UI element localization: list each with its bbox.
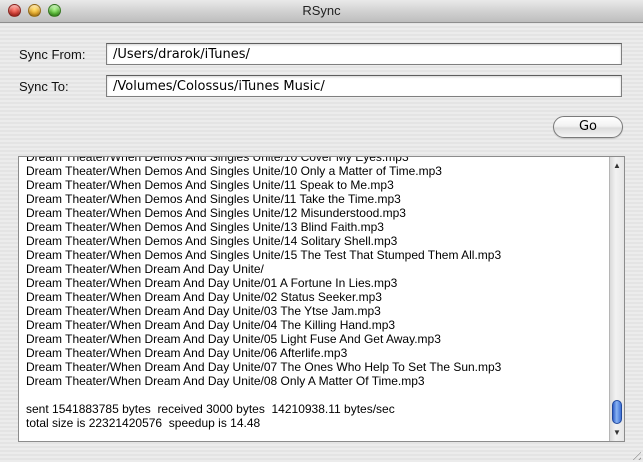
title-bar[interactable]: RSync [0, 0, 643, 23]
sync-from-input[interactable] [106, 43, 622, 65]
log-line: Dream Theater/When Dream And Day Unite/0… [26, 332, 441, 346]
log-line: Dream Theater/When Dream And Day Unite/0… [26, 276, 398, 290]
log-line: Dream Theater/When Dream And Day Unite/0… [26, 346, 348, 360]
scroll-up-arrow-icon[interactable]: ▲ [610, 159, 624, 172]
sync-to-label: Sync To: [19, 79, 69, 94]
rsync-window: RSync Sync From: Sync To: Go Dream Theat… [0, 0, 643, 462]
log-line: Dream Theater/When Dream And Day Unite/0… [26, 318, 396, 332]
log-line: Dream Theater/When Dream And Day Unite/0… [26, 304, 381, 318]
output-log[interactable]: Dream Theater/When Demos And Singles Uni… [18, 156, 625, 442]
log-line: Dream Theater/When Dream And Day Unite/0… [26, 360, 502, 374]
log-line: Dream Theater/When Demos And Singles Uni… [26, 156, 409, 164]
log-line: Dream Theater/When Demos And Singles Uni… [26, 192, 401, 206]
log-line: Dream Theater/When Demos And Singles Uni… [26, 178, 394, 192]
log-line: Dream Theater/When Demos And Singles Uni… [26, 164, 442, 178]
scroll-down-arrow-icon[interactable]: ▼ [610, 426, 624, 439]
log-line: Dream Theater/When Demos And Singles Uni… [26, 234, 398, 248]
log-line: Dream Theater/When Demos And Singles Uni… [26, 248, 502, 262]
log-line: sent 1541883785 bytes received 3000 byte… [26, 402, 395, 416]
log-line: Dream Theater/When Dream And Day Unite/ [26, 262, 264, 276]
log-line: Dream Theater/When Dream And Day Unite/0… [26, 374, 425, 388]
sync-to-input[interactable] [106, 75, 622, 97]
go-button[interactable]: Go [553, 116, 623, 138]
window-title: RSync [302, 3, 341, 18]
log-line: Dream Theater/When Demos And Singles Uni… [26, 206, 406, 220]
log-line: Dream Theater/When Demos And Singles Uni… [26, 220, 384, 234]
log-lines: Dream Theater/When Demos And Singles Uni… [26, 156, 604, 430]
scrollbar-thumb[interactable] [612, 400, 622, 424]
sync-from-label: Sync From: [19, 47, 86, 62]
resize-grip-icon[interactable] [629, 448, 641, 460]
vertical-scrollbar[interactable]: ▲ ▼ [609, 157, 624, 441]
log-line: Dream Theater/When Dream And Day Unite/0… [26, 290, 382, 304]
log-line: total size is 22321420576 speedup is 14.… [26, 416, 261, 430]
